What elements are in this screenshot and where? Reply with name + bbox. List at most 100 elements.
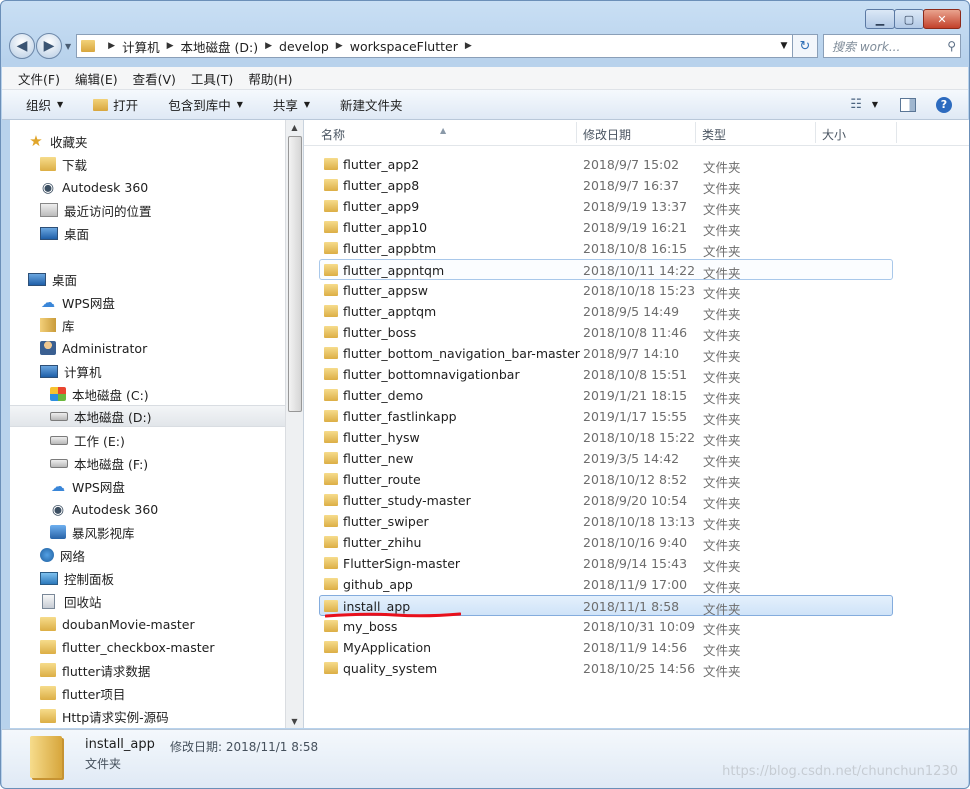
open-button[interactable]: 打开 [93, 95, 138, 114]
nav-wps-cloud-2[interactable]: ☁ WPS网盘 [50, 475, 125, 497]
file-row[interactable]: flutter_app8 2018/9/7 16:37 文件夹 [320, 175, 892, 196]
file-row[interactable]: flutter_appntqm 2018/10/11 14:22 文件夹 [319, 259, 893, 281]
nav-recent-places[interactable]: 最近访问的位置 [40, 199, 152, 221]
file-row[interactable]: flutter_zhihu 2018/10/16 9:40 文件夹 [320, 532, 892, 553]
breadcrumb-computer[interactable]: 计算机 [122, 37, 160, 56]
scroll-down-icon[interactable]: ▼ [286, 717, 303, 726]
file-row[interactable]: my_boss 2018/10/31 10:09 文件夹 [320, 616, 892, 637]
file-type: 文件夹 [703, 622, 741, 637]
nav-downloads[interactable]: 下载 [40, 153, 87, 175]
column-name[interactable]: 名称 [321, 126, 345, 143]
file-row[interactable]: MyApplication 2018/11/9 14:56 文件夹 [320, 637, 892, 658]
nav-desktop[interactable]: 桌面 [28, 268, 77, 290]
minimize-button[interactable]: ▁ [865, 9, 895, 29]
column-size[interactable]: 大小 [822, 126, 846, 143]
menu-edit[interactable]: 编辑(E) [75, 69, 118, 88]
file-row[interactable]: flutter_bottomnavigationbar 2018/10/8 15:… [320, 364, 892, 385]
file-row[interactable]: flutter_appbtm 2018/10/8 16:15 文件夹 [320, 238, 892, 259]
chevron-right-icon[interactable]: ▶ [108, 41, 115, 51]
file-row[interactable]: flutter_app10 2018/9/19 16:21 文件夹 [320, 217, 892, 238]
nav-drive-e[interactable]: 工作 (E:) [50, 429, 125, 451]
nav-folder-checkbox[interactable]: flutter_checkbox-master [40, 636, 214, 658]
forward-button[interactable]: ▶ [36, 33, 62, 59]
address-dropdown[interactable]: ▼ [776, 41, 792, 51]
chevron-right-icon[interactable]: ▶ [465, 41, 472, 51]
chevron-right-icon[interactable]: ▶ [336, 41, 343, 51]
recent-pages-dropdown[interactable]: ▼ [65, 42, 71, 51]
column-divider[interactable] [815, 122, 816, 143]
nav-folder-http[interactable]: Http请求实例-源码 [40, 705, 169, 727]
breadcrumb-develop[interactable]: develop [279, 39, 329, 54]
nav-computer[interactable]: 计算机 [40, 360, 102, 382]
nav-control-panel[interactable]: 控制面板 [40, 567, 114, 589]
file-row[interactable]: flutter_route 2018/10/12 8:52 文件夹 [320, 469, 892, 490]
scrollbar-thumb[interactable] [288, 136, 302, 412]
nav-wps-cloud[interactable]: ☁ WPS网盘 [40, 291, 115, 313]
file-row[interactable]: flutter_swiper 2018/10/18 13:13 文件夹 [320, 511, 892, 532]
nav-movie-library[interactable]: 暴风影视库 [50, 521, 135, 543]
file-row[interactable]: flutter_study-master 2018/9/20 10:54 文件夹 [320, 490, 892, 511]
new-folder-button[interactable]: 新建文件夹 [340, 95, 403, 114]
include-in-library-button[interactable]: 包含到库中 ▼ [168, 95, 243, 114]
file-row[interactable]: flutter_demo 2019/1/21 18:15 文件夹 [320, 385, 892, 406]
cloud-icon: ☁ [41, 295, 55, 311]
chevron-down-icon[interactable]: ▼ [872, 100, 878, 109]
nav-library[interactable]: 库 [40, 314, 75, 336]
back-button[interactable]: ◀ [9, 33, 35, 59]
file-row[interactable]: flutter_appsw 2018/10/18 15:23 文件夹 [320, 280, 892, 301]
nav-desktop-fav[interactable]: 桌面 [40, 222, 89, 244]
nav-folder-flutter-project[interactable]: flutter项目 [40, 682, 125, 704]
file-row[interactable]: FlutterSign-master 2018/9/14 15:43 文件夹 [320, 553, 892, 574]
nav-label: 暴风影视库 [72, 525, 135, 541]
nav-administrator[interactable]: Administrator [40, 337, 147, 359]
window-controls: ▁ ▢ ✕ [865, 9, 961, 29]
close-button[interactable]: ✕ [923, 9, 961, 29]
breadcrumb-workspace[interactable]: workspaceFlutter [350, 39, 458, 54]
nav-recycle-bin[interactable]: 回收站 [40, 590, 102, 612]
file-type: 文件夹 [703, 664, 741, 679]
nav-autodesk[interactable]: ◉ Autodesk 360 [40, 176, 148, 198]
breadcrumb-drive-d[interactable]: 本地磁盘 (D:) [181, 37, 259, 56]
view-options-icon[interactable]: ☷ [850, 97, 862, 112]
scroll-up-icon[interactable]: ▲ [286, 123, 303, 132]
address-bar[interactable]: ▶ 计算机 ▶ 本地磁盘 (D:) ▶ develop ▶ workspaceF… [76, 34, 793, 58]
share-button[interactable]: 共享 ▼ [273, 95, 310, 114]
nav-drive-f[interactable]: 本地磁盘 (F:) [50, 452, 148, 474]
menu-file[interactable]: 文件(F) [18, 69, 60, 88]
chevron-right-icon[interactable]: ▶ [265, 41, 272, 51]
file-row[interactable]: flutter_boss 2018/10/8 11:46 文件夹 [320, 322, 892, 343]
file-row[interactable]: flutter_app2 2018/9/7 15:02 文件夹 [320, 154, 892, 175]
menu-view[interactable]: 查看(V) [133, 69, 176, 88]
preview-pane-icon[interactable] [900, 97, 916, 112]
column-divider[interactable] [896, 122, 897, 143]
file-row[interactable]: flutter_hysw 2018/10/18 15:22 文件夹 [320, 427, 892, 448]
nav-scrollbar[interactable]: ▲ ▼ [285, 120, 303, 728]
refresh-button[interactable]: ↻ [793, 34, 818, 58]
chevron-right-icon[interactable]: ▶ [167, 41, 174, 51]
nav-autodesk-2[interactable]: ◉ Autodesk 360 [50, 498, 158, 520]
help-icon[interactable]: ? [936, 96, 952, 113]
nav-folder-request-data[interactable]: flutter请求数据 [40, 659, 150, 681]
file-row[interactable]: flutter_bottom_navigation_bar-master 2018… [320, 343, 892, 364]
nav-network[interactable]: 网络 [40, 544, 85, 566]
file-row[interactable]: flutter_apptqm 2018/9/5 14:49 文件夹 [320, 301, 892, 322]
file-row[interactable]: flutter_fastlinkapp 2019/1/17 15:55 文件夹 [320, 406, 892, 427]
column-divider[interactable] [576, 122, 577, 143]
menu-tools[interactable]: 工具(T) [191, 69, 233, 88]
nav-drive-d[interactable]: 本地磁盘 (D:) [10, 405, 285, 427]
menu-help[interactable]: 帮助(H) [248, 69, 292, 88]
nav-folder-douban[interactable]: doubanMovie-master [40, 613, 195, 635]
file-row[interactable]: quality_system 2018/10/25 14:56 文件夹 [320, 658, 892, 679]
column-type[interactable]: 类型 [702, 126, 726, 143]
search-input[interactable]: 搜索 work... ⚲ [823, 34, 961, 58]
search-icon[interactable]: ⚲ [947, 39, 956, 53]
file-row[interactable]: github_app 2018/11/9 17:00 文件夹 [320, 574, 892, 595]
file-row[interactable]: flutter_app9 2018/9/19 13:37 文件夹 [320, 196, 892, 217]
column-date[interactable]: 修改日期 [583, 126, 631, 143]
column-divider[interactable] [695, 122, 696, 143]
file-row[interactable]: flutter_new 2019/3/5 14:42 文件夹 [320, 448, 892, 469]
nav-drive-c[interactable]: 本地磁盘 (C:) [50, 383, 149, 405]
maximize-button[interactable]: ▢ [894, 9, 924, 29]
nav-favorites[interactable]: ★ 收藏夹 [28, 130, 87, 152]
organize-button[interactable]: 组织 ▼ [26, 95, 63, 114]
